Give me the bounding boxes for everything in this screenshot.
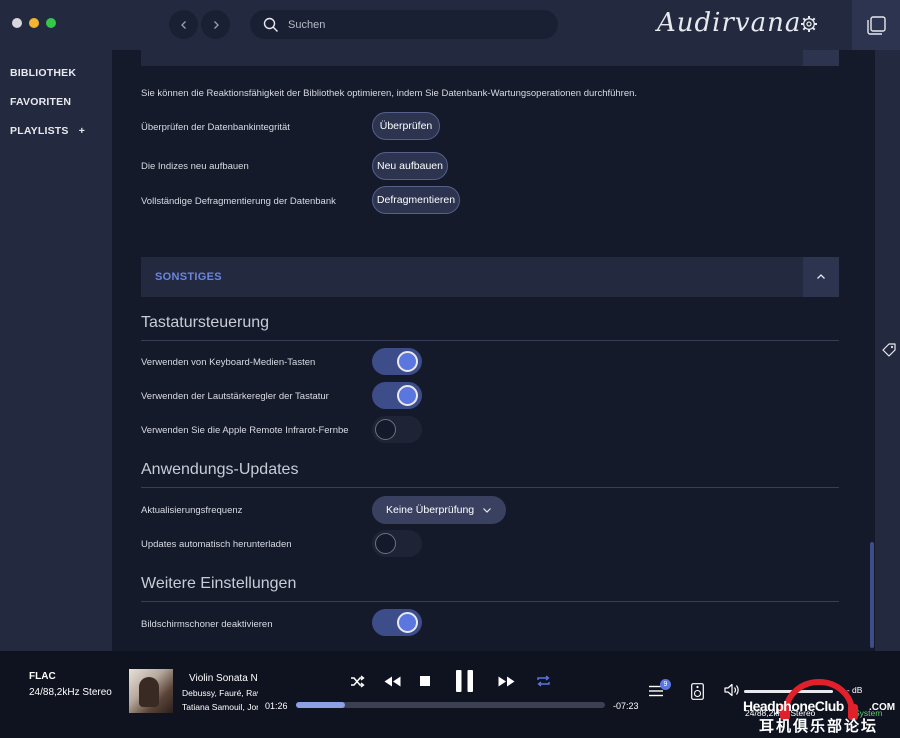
pause-button[interactable]	[454, 667, 474, 695]
auto-download-toggle[interactable]	[372, 530, 422, 557]
output-status: System	[854, 708, 883, 718]
previous-track-button[interactable]	[383, 670, 401, 692]
stop-icon	[420, 676, 430, 686]
speaker-icon	[690, 682, 704, 700]
output-sample-rate: 24/88,2kHz Stereo	[745, 708, 816, 718]
panel-icon	[866, 15, 886, 35]
track-format: FLAC	[29, 671, 56, 682]
repeat-icon	[536, 675, 550, 687]
tag-icon[interactable]	[882, 343, 896, 357]
dropdown-value: Keine Überprüfung	[386, 504, 475, 516]
remaining-time: -07:23	[613, 701, 639, 711]
rewind-icon	[384, 676, 400, 686]
sidebar-item-label: FAVORITEN	[10, 96, 72, 108]
auto-download-label: Updates automatisch herunterladen	[141, 539, 292, 550]
volume-slider[interactable]	[744, 690, 833, 693]
defragment-label: Vollständige Defragmentierung der Datenb…	[141, 196, 336, 207]
queue-panel-button[interactable]	[852, 0, 900, 50]
shuffle-button[interactable]	[349, 670, 365, 692]
update-frequency-label: Aktualisierungsfrequenz	[141, 505, 243, 516]
check-integrity-label: Überprüfen der Datenbankintegrität	[141, 122, 290, 133]
sidebar-item-label: PLAYLISTS	[10, 125, 69, 137]
previous-section-toggle[interactable]	[803, 50, 839, 66]
toggle-knob	[375, 533, 396, 554]
search-icon	[263, 17, 278, 32]
sidebar-item-playlists[interactable]: PLAYLISTS +	[10, 125, 85, 137]
shuffle-icon	[350, 674, 365, 688]
divider	[141, 487, 839, 488]
section-title: SONSTIGES	[155, 271, 222, 283]
collapse-section-button[interactable]	[803, 257, 839, 297]
rebuild-indexes-button[interactable]: Neu aufbauen	[372, 152, 448, 180]
sidebar-item-favoriten[interactable]: FAVORITEN	[10, 96, 71, 108]
screensaver-label: Bildschirmschoner deaktivieren	[141, 619, 273, 630]
minimize-window-button[interactable]	[29, 18, 39, 28]
check-integrity-button[interactable]: Überprüfen	[372, 112, 440, 140]
keyboard-heading: Tastatursteuerung	[141, 314, 270, 331]
chevron-right-icon	[213, 20, 219, 29]
toggle-knob	[397, 612, 418, 633]
queue-count-badge: 9	[660, 679, 671, 690]
divider	[141, 601, 839, 602]
track-composer: Debussy, Fauré, Ravel	[182, 688, 258, 698]
volume-icon	[723, 683, 739, 697]
add-playlist-button[interactable]: +	[79, 125, 85, 137]
close-window-button[interactable]	[12, 18, 22, 28]
divider	[141, 340, 839, 341]
mute-button[interactable]	[723, 682, 741, 698]
back-button[interactable]	[169, 10, 198, 39]
volume-keys-toggle[interactable]	[372, 382, 422, 409]
fast-forward-icon	[498, 676, 514, 686]
toggle-knob	[375, 419, 396, 440]
apple-remote-toggle[interactable]	[372, 416, 422, 443]
section-header-sonstiges[interactable]: SONSTIGES	[141, 257, 839, 297]
sidebar: BIBLIOTHEK FAVORITEN PLAYLISTS +	[0, 50, 112, 651]
app-logo: Audirvana	[657, 8, 802, 38]
volume-fill	[744, 690, 833, 693]
media-keys-label: Verwenden von Keyboard-Medien-Tasten	[141, 357, 316, 368]
settings-panel[interactable]: Sie können die Reaktionsfähigkeit der Bi…	[112, 50, 875, 651]
rebuild-indexes-label: Die Indizes neu aufbauen	[141, 161, 249, 172]
search-box[interactable]	[250, 10, 558, 39]
search-input[interactable]	[288, 18, 538, 31]
elapsed-time: 01:26	[265, 701, 288, 711]
track-artist: Tatiana Samouil, Jonathan Fournel	[182, 702, 258, 712]
chevron-left-icon	[180, 20, 186, 29]
next-track-button[interactable]	[497, 670, 515, 692]
more-settings-heading: Weitere Einstellungen	[141, 575, 297, 592]
output-device-button[interactable]	[689, 682, 705, 700]
chevron-up-icon	[817, 274, 825, 279]
toggle-knob	[397, 351, 418, 372]
track-title[interactable]: Violin Sonata No. 1	[189, 673, 257, 684]
zoom-window-button[interactable]	[46, 18, 56, 28]
toggle-knob	[397, 385, 418, 406]
repeat-button[interactable]	[535, 670, 551, 692]
volume-keys-label: Verwenden der Lautstärkeregler der Tasta…	[141, 391, 329, 402]
sidebar-item-label: BIBLIOTHEK	[10, 67, 77, 79]
pause-icon	[455, 670, 473, 692]
album-cover[interactable]	[129, 669, 173, 713]
title-bar: Audirvana	[0, 0, 900, 50]
player-bar: FLAC 24/88,2kHz Stereo Violin Sonata No.…	[0, 651, 900, 738]
track-sample-rate: 24/88,2kHz Stereo	[29, 687, 112, 698]
sidebar-item-bibliothek[interactable]: BIBLIOTHEK	[10, 67, 76, 79]
media-keys-toggle[interactable]	[372, 348, 422, 375]
forward-button[interactable]	[201, 10, 230, 39]
apple-remote-label: Verwenden Sie die Apple Remote Infrarot-…	[141, 425, 349, 436]
screensaver-toggle[interactable]	[372, 609, 422, 636]
progress-fill	[296, 702, 346, 708]
update-frequency-dropdown[interactable]: Keine Überprüfung	[372, 496, 506, 524]
database-intro-text: Sie können die Reaktionsfähigkeit der Bi…	[141, 88, 638, 99]
previous-section-bar	[141, 50, 839, 66]
gear-icon[interactable]	[800, 15, 818, 33]
updates-heading: Anwendungs-Updates	[141, 461, 299, 478]
chevron-down-icon	[483, 508, 492, 513]
stop-button[interactable]	[419, 670, 431, 692]
cover-figure	[139, 677, 159, 707]
volume-db: -- dB	[844, 685, 863, 695]
progress-bar[interactable]	[296, 702, 605, 708]
defragment-button[interactable]: Defragmentieren	[372, 186, 460, 214]
scrollbar-thumb[interactable]	[870, 542, 874, 648]
